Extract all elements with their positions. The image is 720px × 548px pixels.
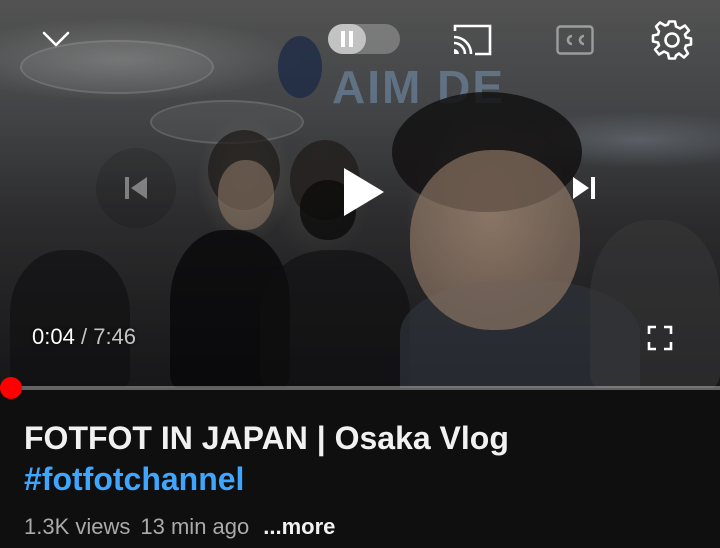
gear-icon: [651, 20, 693, 60]
settings-button[interactable]: [648, 16, 696, 64]
chevron-down-icon: [42, 31, 70, 47]
hashtag-link[interactable]: #fotfotchannel: [24, 461, 244, 497]
skip-next-icon: [573, 177, 595, 199]
fullscreen-icon: [647, 325, 673, 351]
autoplay-toggle[interactable]: [328, 24, 400, 54]
video-title-text: FOTFOT IN JAPAN | Osaka Vlog: [24, 420, 509, 456]
skip-previous-icon: [125, 177, 147, 199]
more-description-button[interactable]: ...more: [263, 514, 335, 539]
collapse-button[interactable]: [36, 22, 76, 56]
progress-scrubber[interactable]: [0, 377, 22, 399]
upload-age: 13 min ago: [140, 514, 250, 539]
next-video-button[interactable]: [556, 160, 612, 216]
view-count: 1.3K views: [24, 514, 131, 539]
cast-icon: [453, 24, 492, 56]
current-time: 0:04: [32, 324, 75, 349]
video-title[interactable]: FOTFOT IN JAPAN | Osaka Vlog #fotfotchan…: [24, 418, 704, 500]
playback-time: 0:04 / 7:46: [32, 324, 136, 350]
play-button[interactable]: [322, 150, 406, 234]
closed-captions-icon: [556, 25, 594, 55]
video-player[interactable]: AIM DE 0:04 / 7:46: [0, 0, 720, 388]
autoplay-pause-toggle-icon: [341, 31, 353, 47]
video-duration: 7:46: [93, 324, 137, 349]
play-icon: [344, 168, 384, 216]
video-metadata: 1.3K views 13 min ago ...more: [24, 514, 335, 540]
fullscreen-button[interactable]: [640, 318, 680, 358]
autoplay-toggle-knob: [328, 24, 366, 54]
captions-button[interactable]: [554, 22, 596, 58]
previous-video-button[interactable]: [96, 148, 176, 228]
cast-button[interactable]: [448, 18, 496, 62]
time-separator: /: [80, 324, 88, 349]
progress-bar[interactable]: [0, 386, 720, 390]
